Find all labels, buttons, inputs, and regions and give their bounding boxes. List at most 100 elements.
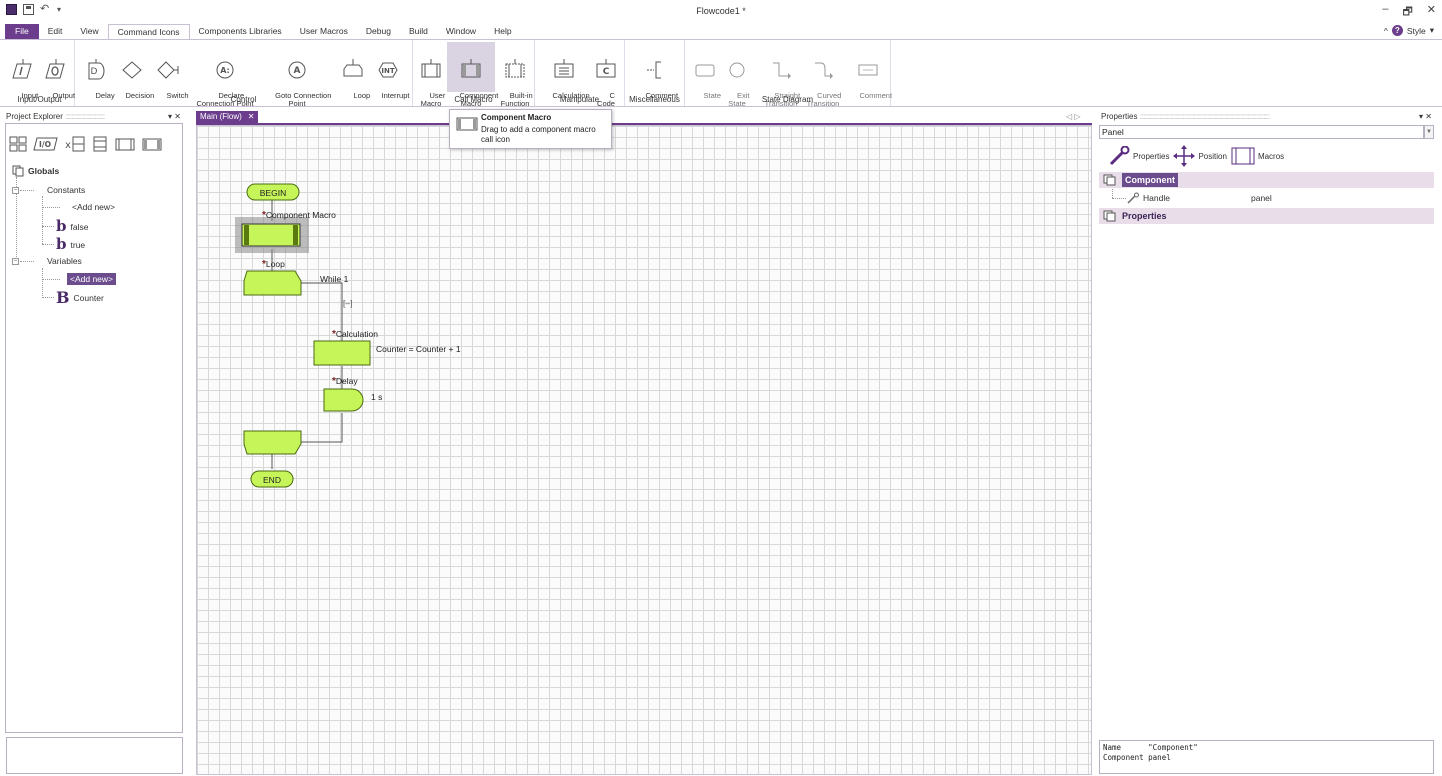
properties-tab[interactable]: Properties [1108,146,1169,166]
collapse-loop-toggle[interactable]: [–] [343,298,352,308]
chevron-down-icon[interactable]: ▼ [1424,125,1434,139]
property-value-handle[interactable]: panel [1251,190,1272,206]
restore-button[interactable]: 🗗 [1402,3,1412,22]
position-tab[interactable]: Position [1173,145,1227,167]
globals-view-icon[interactable] [8,135,28,153]
tree-variables-add-new[interactable]: <Add new> [67,273,117,285]
tab-build[interactable]: Build [400,24,437,39]
c-code-button[interactable]: C C Code [593,42,619,117]
tree-variables[interactable]: – Variables [12,256,82,266]
component-category-icon [1103,174,1116,186]
component-macro-block[interactable] [241,223,301,247]
category-component[interactable]: Component [1099,172,1434,188]
delay-block[interactable] [323,388,364,412]
add-new-constant[interactable]: <Add new> [72,202,115,212]
project-explorer-panel [5,123,183,733]
tree-constants-add-new[interactable]: <Add new> [72,202,115,212]
tab-components-libraries[interactable]: Components Libraries [190,24,291,39]
io-view-icon[interactable]: I/O [33,135,59,153]
group-state-diagram: State Exit State Straight Transition Cur… [685,40,892,108]
tab-scroll-arrows[interactable]: ◁ ▷ [1066,112,1081,121]
description-line-component: Component panel [1103,753,1171,762]
tab-file[interactable]: File [5,24,39,39]
component-macro-button[interactable]: Component Macro [447,42,498,108]
pin-dropdown-icon[interactable]: ▾ [168,112,172,121]
panel-close-icon[interactable]: ✕ [174,112,181,121]
project-explorer-toolbar: I/O x [8,135,163,153]
tree-constants[interactable]: – Constants [12,185,85,195]
tab-help[interactable]: Help [485,24,520,39]
wrench-icon [1127,192,1139,204]
svg-text:A: A [294,66,301,76]
add-new-variable[interactable]: <Add new> [67,273,117,285]
output-icon [45,59,65,79]
tab-view[interactable]: View [71,24,107,39]
begin-label: BEGIN [260,188,286,198]
interrupt-icon: INT [378,62,398,78]
tab-main-flow[interactable]: Main (Flow) ✕ [196,111,259,123]
collapse-ribbon-icon[interactable]: ^ [1384,26,1388,36]
builtin-function-button[interactable]: Built-in Function [497,42,533,117]
panel-close-icon[interactable]: ✕ [1425,112,1432,121]
tab-edit[interactable]: Edit [39,24,72,39]
collapse-icon[interactable]: – [12,186,19,194]
state-icon [695,64,715,77]
category-properties[interactable]: Properties [1099,208,1434,224]
pin-dropdown-icon[interactable]: ▾ [1419,112,1423,121]
delay-icon-label: *Delay [332,376,358,387]
svg-text:A:: A: [220,66,230,75]
loop-icon-label: *Loop [262,259,285,270]
component-selector[interactable]: Panel [1099,125,1424,139]
delay-icon: D [88,59,105,80]
calculation-expression: Counter = Counter + 1 [376,344,461,354]
loop-end-block[interactable] [243,430,302,455]
calculation-block[interactable] [313,340,371,366]
curved-transition-icon [815,62,833,79]
macros-view-icon[interactable]: x [64,135,86,153]
tree-constant-true[interactable]: b true [56,237,86,252]
calculation-icon [554,59,574,78]
tab-window[interactable]: Window [437,24,485,39]
tab-command-icons[interactable]: Command Icons [107,24,190,39]
user-macro-button[interactable]: User Macro [417,42,445,117]
group-manipulate: Calculation C C Code Manipulate [535,40,625,108]
close-button[interactable]: ✕ [1427,3,1436,22]
help-icon[interactable]: ? [1391,25,1403,36]
tab-debug[interactable]: Debug [357,24,400,39]
component-macro-icon [456,117,478,131]
project-explorer-description [6,737,183,774]
macros-tab[interactable]: Macros [1231,146,1284,166]
tab-user-macros[interactable]: User Macros [291,24,357,39]
flowchart-canvas[interactable]: BEGIN END *Component Macro *Loop While 1… [196,125,1092,775]
builtin-functions-view-icon[interactable] [141,135,163,153]
constant-true-label: true [70,239,86,250]
style-menu[interactable]: ^ ? Style ▾ [1384,25,1434,36]
component-macros-view-icon[interactable] [114,135,136,153]
switch-icon [157,61,179,79]
tree-constant-false[interactable]: b false [56,217,88,235]
tree-globals[interactable]: Globals [12,165,59,177]
ports-view-icon[interactable] [91,135,109,153]
project-explorer-title: Project Explorer [6,112,63,121]
loop-start-block[interactable] [243,270,302,296]
straight-transition-button[interactable]: Straight Transition [759,42,803,117]
component-macro-icon-label: *Component Macro [262,210,336,221]
declare-connection-point-button[interactable]: A: Declare Connection Point [193,42,257,117]
collapse-icon[interactable]: – [12,257,19,265]
style-label[interactable]: Style [1407,26,1426,36]
bool-type-icon: b [56,217,67,235]
state-comment-icon [858,64,878,76]
svg-text:C: C [603,67,610,77]
curved-transition-button[interactable]: Curved Transition [803,42,843,117]
variable-counter-label: Counter [73,293,104,303]
minimize-button[interactable]: – [1382,3,1388,22]
goto-connection-point-button[interactable]: A Goto Connection Point [262,42,332,117]
input-icon [12,59,32,79]
title-bar: ↶ ▾ Flowcode1 * – 🗗 ✕ [0,0,1442,24]
tree-variable-counter[interactable]: B Counter [56,290,104,306]
svg-text:D: D [91,67,98,77]
tab-close-icon[interactable]: ✕ [248,111,255,123]
goto-connection-icon: A [288,61,306,79]
property-row-handle[interactable]: Handle panel [1099,190,1434,206]
exit-state-button[interactable]: Exit State [723,42,751,117]
